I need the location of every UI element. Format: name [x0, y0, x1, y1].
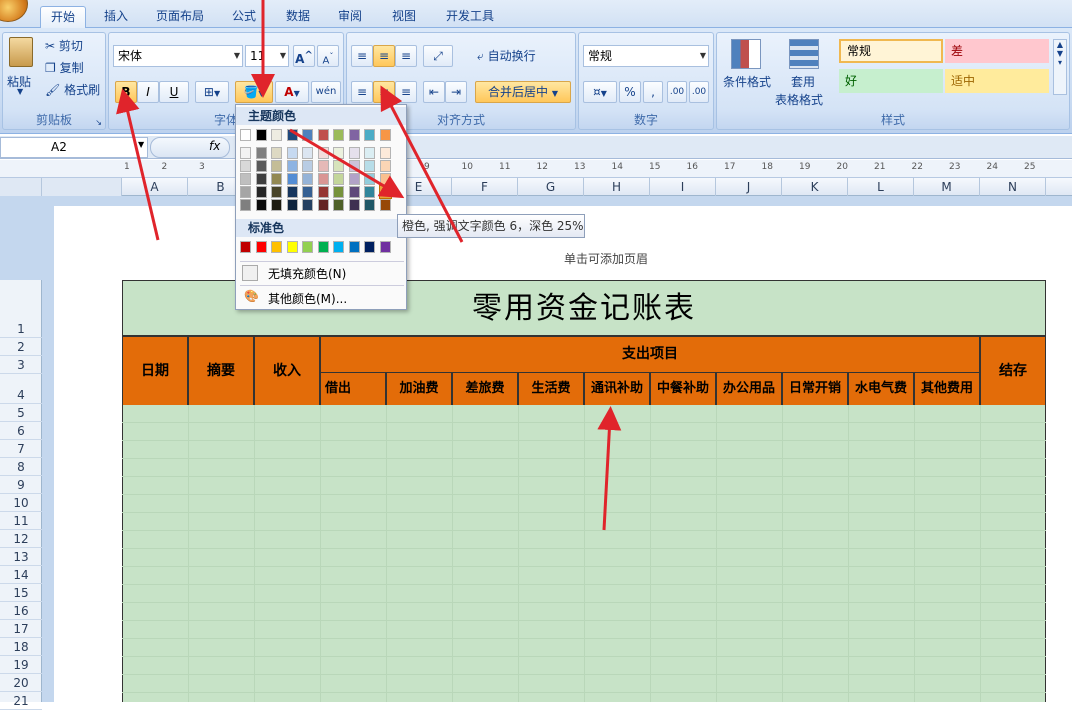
arrow-to-center-align: [380, 85, 464, 243]
arrow-to-subheaders: [597, 406, 622, 531]
arrow-to-orange-swatch: [289, 128, 405, 199]
arrow-to-bold: [116, 88, 160, 241]
annotation-arrows: [116, 0, 622, 531]
